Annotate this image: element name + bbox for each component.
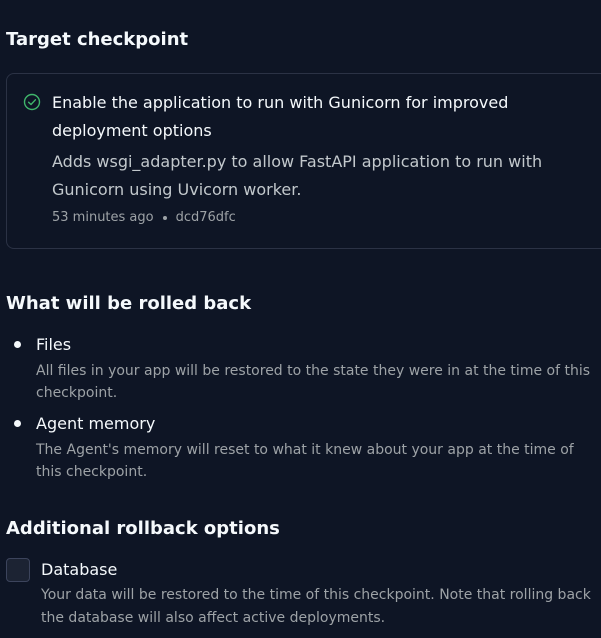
checkpoint-commit-hash[interactable]: dcd76dfc — [176, 210, 236, 225]
database-checkbox[interactable] — [6, 558, 30, 582]
item-description: All files in your app will be restored t… — [36, 363, 591, 401]
bullet-dot — [14, 341, 21, 348]
checkpoint-card: Enable the application to run with Gunic… — [6, 73, 601, 249]
database-label[interactable]: Database — [41, 559, 117, 581]
target-checkpoint-heading: Target checkpoint — [6, 29, 189, 50]
database-description: Your data will be restored to the time o… — [41, 587, 591, 626]
checkpoint-description: Adds wsgi_adapter.py to allow FastAPI ap… — [52, 152, 543, 199]
item-title: Files — [36, 335, 72, 354]
rollback-panel: Target checkpoint Enable the application… — [0, 0, 601, 638]
check-circle-icon — [23, 93, 41, 111]
bullet-dot — [14, 420, 21, 427]
additional-options-heading: Additional rollback options — [6, 518, 280, 539]
item-title: Agent memory — [36, 414, 156, 433]
item-description: The Agent's memory will reset to what it… — [36, 442, 574, 480]
separator-dot — [162, 215, 167, 220]
checkpoint-meta: 53 minutes ago dcd76dfc — [52, 210, 236, 225]
checkpoint-time: 53 minutes ago — [52, 210, 154, 225]
checkpoint-title: Enable the application to run with Gunic… — [52, 93, 509, 140]
rolled-back-heading: What will be rolled back — [6, 293, 252, 314]
